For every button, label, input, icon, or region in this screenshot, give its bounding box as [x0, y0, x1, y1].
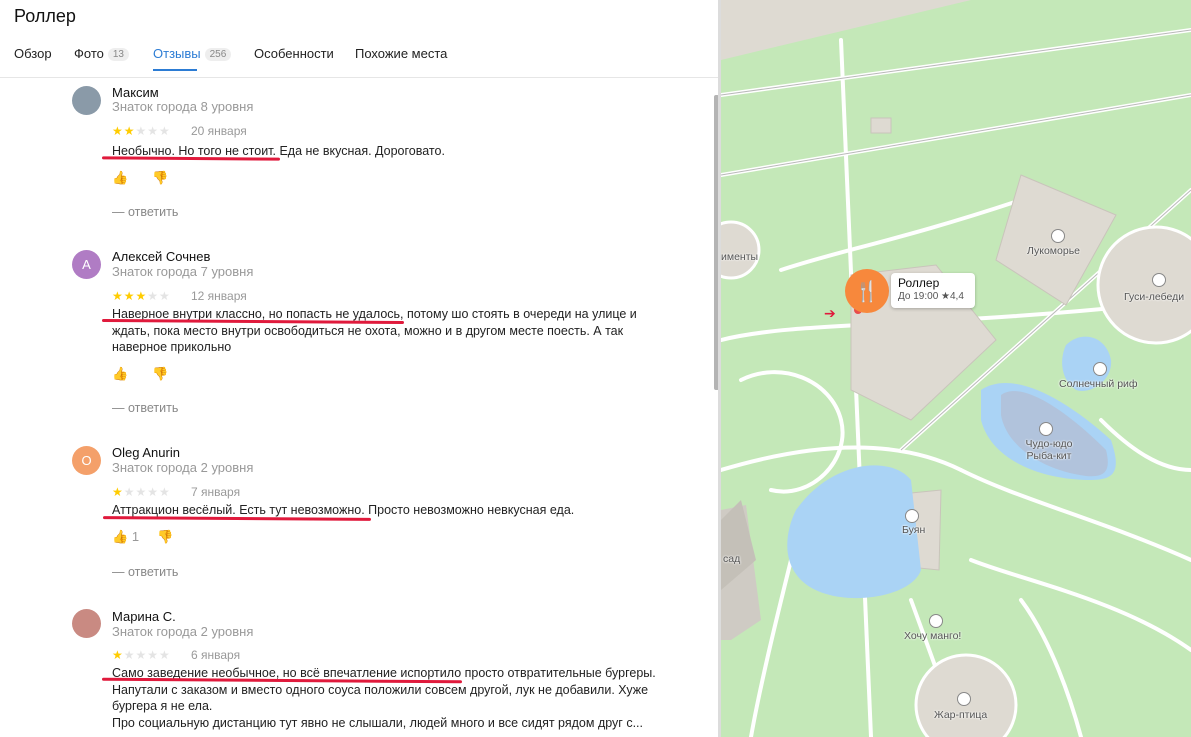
tab-reviews[interactable]: Отзывы 256 — [153, 46, 232, 71]
rating-stars: ★★★★★ — [112, 289, 171, 303]
avatar[interactable] — [72, 609, 101, 638]
dislike-button[interactable]: 👎 — [157, 529, 173, 545]
tab-label: Обзор — [14, 46, 52, 61]
map-canvas — [721, 0, 1191, 737]
rating-stars: ★★★★★ — [112, 648, 171, 662]
poi-icon[interactable] — [957, 692, 971, 706]
reply-link[interactable]: — ответить — [112, 401, 178, 415]
place-title: Роллер — [14, 6, 76, 26]
poi-icon[interactable] — [1039, 422, 1053, 436]
tab-label: Фото — [74, 46, 104, 61]
poi-icon[interactable] — [1093, 362, 1107, 376]
rating-stars: ★★★★★ — [112, 485, 171, 499]
place-panel: Роллер Обзор Фото 13 Отзывы 256 Особенност… — [0, 0, 718, 737]
tab-features[interactable]: Особенности — [254, 46, 334, 61]
tab-similar-places[interactable]: Похожие места — [355, 46, 447, 61]
tab-count: 256 — [204, 48, 232, 61]
reviewer-name[interactable]: Марина С. — [112, 609, 176, 624]
map-label[interactable]: Буян — [902, 524, 925, 536]
reply-link[interactable]: — ответить — [112, 205, 178, 219]
highlight-underline — [101, 156, 281, 161]
tab-label: Похожие места — [355, 46, 448, 61]
tab-overview[interactable]: Обзор — [14, 46, 52, 61]
like-button[interactable]: 👍 — [112, 366, 128, 382]
reviewer-name[interactable]: Алексей Сочнев — [112, 249, 210, 264]
map-label[interactable]: Гуси-лебеди — [1124, 291, 1184, 303]
like-button[interactable]: 👍 1 — [112, 529, 139, 545]
reply-link[interactable]: — ответить — [112, 565, 178, 579]
dislike-button[interactable]: 👎 — [152, 366, 168, 382]
place-pin-card[interactable]: Роллер До 19:00 ★4,4 — [891, 273, 975, 308]
review-date: 7 января — [191, 485, 241, 499]
map-label[interactable]: Солнечный риф — [1059, 378, 1138, 390]
cafe-icon[interactable] — [929, 614, 943, 628]
poi-icon[interactable] — [905, 509, 919, 523]
pin-hours-text: До 19:00 — [898, 291, 939, 302]
map-label[interactable]: Хочу манго! — [904, 630, 961, 642]
poi-icon[interactable] — [1152, 273, 1166, 287]
pin-hours: До 19:00 ★4,4 — [898, 291, 964, 302]
reviewer-level: Знаток города 7 уровня — [112, 264, 254, 279]
tab-label: Отзывы — [153, 46, 201, 61]
tab-bar: Обзор Фото 13 Отзывы 256 Особенности Похож… — [0, 40, 718, 78]
avatar[interactable] — [72, 86, 101, 115]
reviewer-level: Знаток города 2 уровня — [112, 624, 254, 639]
reviewer-level: Знаток города 8 уровня — [112, 99, 254, 114]
reviewer-level: Знаток города 2 уровня — [112, 460, 254, 475]
pin-rating: ★4,4 — [941, 291, 964, 302]
review-date: 12 января — [191, 289, 247, 303]
map-label[interactable]: сад — [723, 553, 740, 565]
avatar[interactable]: А — [72, 250, 101, 279]
map-label[interactable]: Чудо-юдо Рыба-кит — [1019, 438, 1079, 462]
map-label[interactable]: Лукоморье — [1027, 245, 1080, 257]
like-button[interactable]: 👍 — [112, 170, 128, 186]
highlight-underline — [102, 516, 372, 521]
avatar[interactable]: O — [72, 446, 101, 475]
map-label[interactable]: именты — [721, 251, 758, 263]
review-date: 6 января — [191, 648, 241, 662]
tab-photos[interactable]: Фото 13 — [74, 46, 129, 61]
map-view[interactable]: Лукоморье Гуси-лебеди Солнечный риф Чудо… — [721, 0, 1191, 737]
arrow-right-icon: ➔ — [824, 305, 836, 321]
reviewer-name[interactable]: Oleg Anurin — [112, 445, 180, 460]
dislike-button[interactable]: 👎 — [152, 170, 168, 186]
review-date: 20 января — [191, 124, 247, 138]
poi-icon[interactable] — [1051, 229, 1065, 243]
map-label[interactable]: Жар-птица — [934, 709, 987, 721]
tab-count: 13 — [107, 48, 129, 61]
tab-label: Особенности — [254, 46, 334, 61]
rating-stars: ★★★★★ — [112, 124, 171, 138]
review-text: Само заведение необычное, но всё впечатл… — [112, 666, 656, 730]
restaurant-pin-icon[interactable]: 🍴 — [845, 269, 889, 313]
reviewer-name[interactable]: Максим — [112, 85, 159, 100]
pin-place-name: Роллер — [898, 276, 940, 290]
review-text: Наверное внутри классно, но попасть не у… — [112, 307, 637, 354]
like-count: 1 — [131, 529, 140, 544]
